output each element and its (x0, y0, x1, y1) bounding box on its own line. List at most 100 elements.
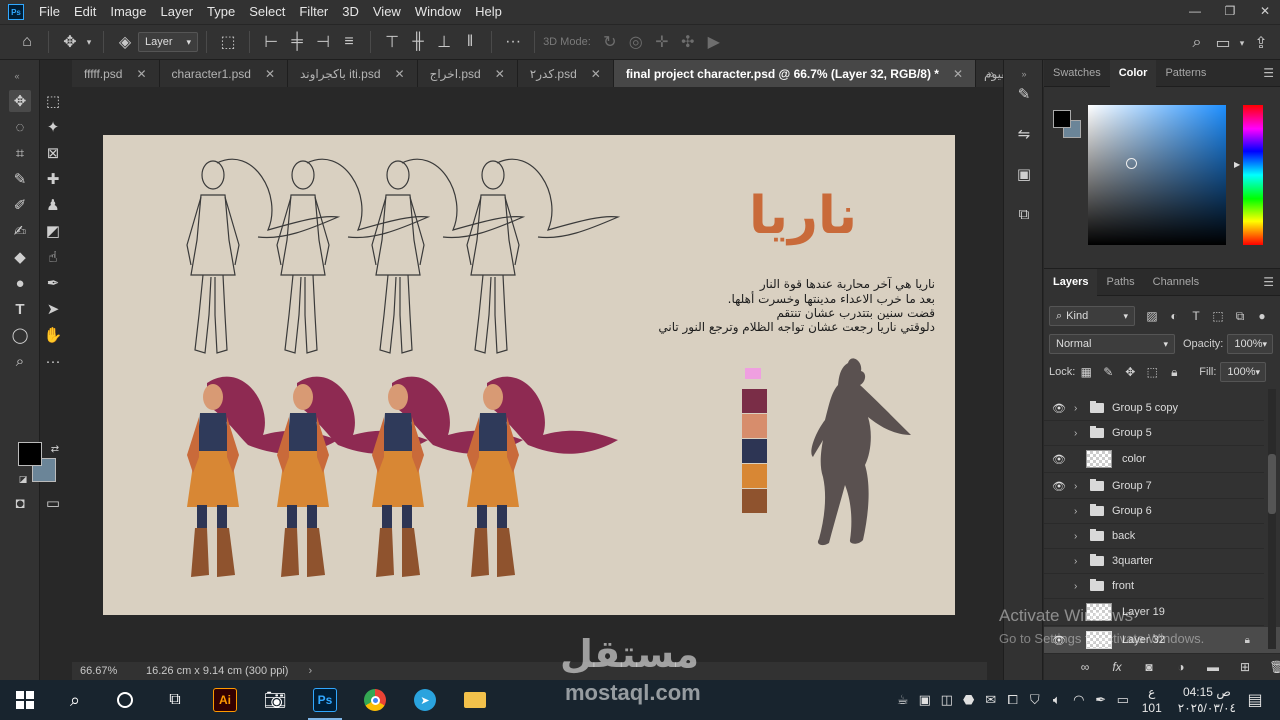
link-layers-icon[interactable]: ∞ (1074, 660, 1096, 674)
workspace-icon[interactable]: ▭ (1210, 33, 1236, 53)
tray-app-icon[interactable]: ✉ (980, 692, 1002, 708)
lock-position-icon[interactable]: ✥ (1119, 365, 1141, 379)
chrome-icon[interactable] (350, 680, 400, 720)
battery-icon[interactable]: ▭ (1112, 692, 1134, 708)
panel-menu-icon[interactable]: ☰ (1263, 66, 1274, 80)
new-layer-icon[interactable]: ⊞ (1234, 660, 1256, 674)
blend-mode-dropdown[interactable]: Normal ▾ (1049, 334, 1175, 354)
align-left-icon[interactable]: ⊢ (258, 32, 284, 52)
filter-smart-object-icon[interactable]: ⧉ (1229, 309, 1251, 324)
close-icon[interactable]: ✕ (265, 67, 275, 81)
dodge-tool-icon[interactable]: ● (9, 272, 31, 294)
auto-select-dropdown[interactable]: Layer ▾ (138, 32, 199, 52)
filter-toggle-icon[interactable]: ● (1251, 309, 1273, 323)
menu-help[interactable]: Help (468, 0, 509, 24)
chevron-down-icon[interactable]: ▾ (1236, 38, 1248, 49)
hue-slider[interactable] (1243, 105, 1263, 245)
zoom-level[interactable]: 66.67% (80, 665, 142, 677)
chevron-right-icon[interactable]: › (1074, 556, 1086, 567)
3d-camera-icon[interactable]: ▶ (701, 32, 727, 52)
tray-app-icon[interactable]: ⧠ (1002, 692, 1024, 708)
move-tool-icon[interactable]: ✥ (57, 32, 83, 52)
zoom-tool-icon[interactable]: ⌕ (9, 350, 31, 372)
chevron-right-icon[interactable]: › (1074, 428, 1086, 439)
distribute-icon[interactable]: ≡ (336, 33, 362, 51)
trash-icon[interactable]: 🗑︎ (1266, 660, 1280, 674)
close-icon[interactable]: ✕ (591, 67, 601, 81)
libraries-icon[interactable]: ▣ (1012, 162, 1036, 186)
tab-paths[interactable]: Paths (1097, 269, 1143, 296)
canvas-area[interactable]: ناريا ناريا هي آخر محاربة عندها قوة النا… (72, 87, 987, 662)
cortana-icon[interactable] (100, 680, 150, 720)
stamp-tool-icon[interactable]: ♟ (42, 194, 64, 216)
tab-channels[interactable]: Channels (1144, 269, 1208, 296)
distribute-vertical-icon[interactable]: ‖ (457, 33, 483, 51)
filter-adjustment-icon[interactable]: ◐ (1163, 309, 1185, 323)
color-cursor[interactable] (1126, 158, 1137, 169)
tab-color[interactable]: Color (1109, 59, 1157, 87)
close-button[interactable]: ✕ (1250, 0, 1280, 22)
3d-roll-icon[interactable]: ◎ (623, 32, 649, 52)
layer-row-back[interactable]: › back (1044, 524, 1264, 549)
foreground-color-swatch[interactable] (18, 442, 42, 466)
file-explorer-icon[interactable] (450, 680, 500, 720)
align-right-icon[interactable]: ⊣ (310, 32, 336, 52)
adjustment-layer-icon[interactable]: ◑ (1170, 660, 1192, 674)
chevron-right-icon[interactable]: › (1074, 531, 1086, 542)
history-brush-icon[interactable]: ✍ (9, 220, 31, 242)
layer-row-front[interactable]: › front (1044, 574, 1264, 599)
chevron-right-icon[interactable]: › (1074, 481, 1086, 492)
menu-image[interactable]: Image (103, 0, 153, 24)
menu-select[interactable]: Select (242, 0, 292, 24)
foreground-color-swatch[interactable] (1053, 110, 1071, 128)
brush-tool-icon[interactable]: ✐ (9, 194, 31, 216)
layers-scrollbar[interactable] (1268, 389, 1276, 649)
layer-row-3quarter[interactable]: › 3quarter (1044, 549, 1264, 574)
frame-tool-icon[interactable]: ⊠ (42, 142, 64, 164)
smudge-tool-icon[interactable]: ☝ (42, 246, 64, 268)
magic-wand-icon[interactable]: ✦ (42, 116, 64, 138)
tab-ikhraj[interactable]: اخراج.psd ✕ (417, 60, 518, 87)
eye-icon[interactable]: 👁︎ (1044, 453, 1074, 466)
more-options-icon[interactable]: ··· (500, 33, 526, 51)
pen-tool-icon[interactable]: ✒ (42, 272, 64, 294)
layer-row-group-5-copy[interactable]: 👁︎ › Group 5 copy (1044, 396, 1264, 421)
auto-select-icon[interactable]: ◈ (112, 32, 138, 52)
tab-layers[interactable]: Layers (1044, 268, 1098, 296)
tab-final-project[interactable]: final project character.psd @ 66.7% (Lay… (613, 60, 977, 87)
crop-tool-icon[interactable]: ⌗ (9, 142, 31, 164)
tray-app-icon[interactable]: ⬣ (958, 692, 980, 708)
status-arrow-icon[interactable]: › (308, 665, 312, 677)
hue-pointer-icon[interactable]: ▶ (1234, 160, 1240, 169)
panel-menu-icon[interactable]: ☰ (1263, 275, 1274, 289)
windows-start-icon[interactable] (0, 680, 50, 720)
align-center-icon[interactable]: ╪ (284, 33, 310, 51)
lock-transparent-icon[interactable]: ▦ (1075, 365, 1097, 379)
close-icon[interactable]: ✕ (136, 67, 146, 81)
layer-row-group-5[interactable]: › Group 5 (1044, 421, 1264, 446)
menu-3d[interactable]: 3D (335, 0, 366, 24)
clock[interactable]: 04:15 ص ٢٠٢٥/٠٣/٠٤ (1178, 684, 1236, 716)
tab-fffff[interactable]: fffff.psd ✕ (72, 60, 160, 87)
pen-icon[interactable]: ✒ (1090, 692, 1112, 708)
tray-app-icon[interactable]: ◫ (936, 692, 958, 708)
menu-filter[interactable]: Filter (292, 0, 335, 24)
more-tools-icon[interactable]: ··· (42, 350, 64, 372)
healing-brush-icon[interactable]: ✚ (42, 168, 64, 190)
brush-settings-icon[interactable]: ✎ (1012, 82, 1036, 106)
add-mask-icon[interactable]: ◙ (1138, 660, 1160, 674)
saturation-value-picker[interactable] (1088, 105, 1226, 245)
telegram-icon[interactable]: ➤ (400, 680, 450, 720)
quick-mask-icon[interactable]: ◘ (9, 492, 31, 514)
chevron-right-icon[interactable]: › (1074, 581, 1086, 592)
camera-icon[interactable]: 📷︎ (250, 680, 300, 720)
close-icon[interactable]: ✕ (495, 67, 505, 81)
ellipse-tool-icon[interactable]: ◯ (9, 324, 31, 346)
opacity-input[interactable]: 100% ▾ (1227, 334, 1274, 354)
tab-patterns[interactable]: Patterns (1156, 60, 1215, 87)
speaker-icon[interactable]: 🔈︎ (1046, 692, 1068, 708)
search-icon[interactable]: ⌕ (50, 680, 100, 720)
tray-app-icon[interactable]: ☕ (892, 692, 914, 708)
type-tool-icon[interactable]: T (9, 298, 31, 320)
adjustments-icon[interactable]: ⇋ (1012, 122, 1036, 146)
